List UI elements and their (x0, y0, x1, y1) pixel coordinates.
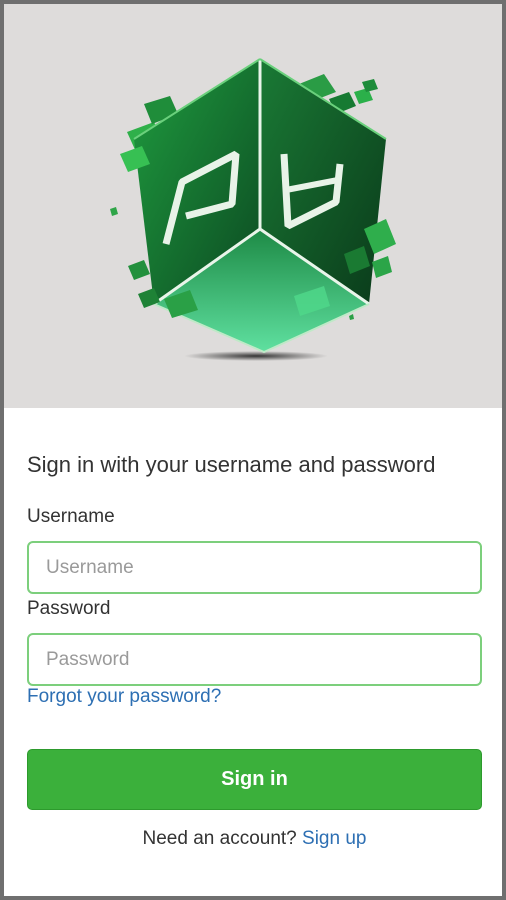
signup-prompt-text: Need an account? (142, 828, 297, 849)
username-input[interactable] (27, 541, 482, 594)
cube-logo-icon (110, 58, 396, 361)
sign-in-button[interactable]: Sign in (27, 749, 482, 810)
sign-up-link[interactable]: Sign up (302, 828, 366, 849)
forgot-password-link[interactable]: Forgot your password? (27, 686, 221, 708)
logo-banner (4, 4, 502, 408)
password-input[interactable] (27, 633, 482, 686)
form-heading: Sign in with your username and password (27, 452, 436, 477)
username-label: Username (27, 506, 115, 527)
signup-prompt: Need an account? Sign up (27, 828, 482, 850)
login-card: Sign in with your username and password … (4, 4, 502, 896)
password-label: Password (27, 598, 111, 619)
